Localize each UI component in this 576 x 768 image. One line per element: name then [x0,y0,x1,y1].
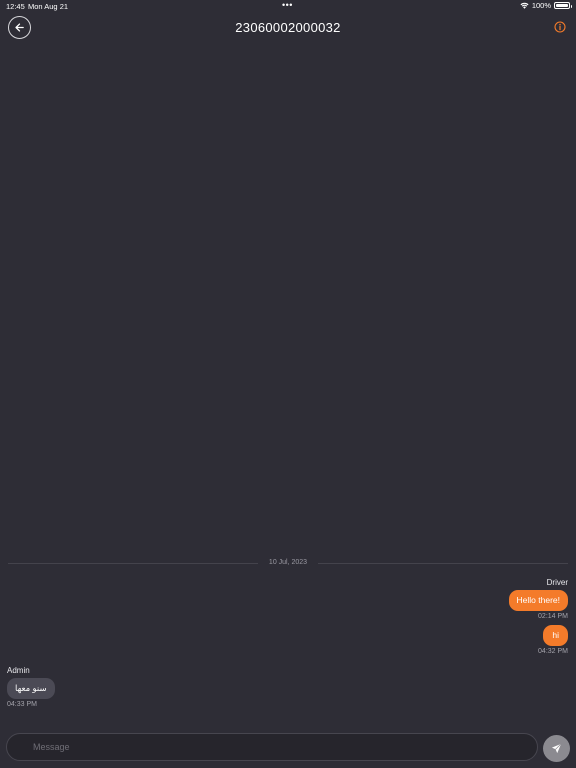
message-timestamp: 02:14 PM [538,613,568,620]
chat-screen: 12:45 Mon Aug 21 ••• 100% 23060002000032… [0,0,576,768]
message-bubble-outgoing[interactable]: Hello there! [508,590,568,611]
status-bar: 12:45 Mon Aug 21 ••• 100% [0,0,576,12]
message-bubble-incoming[interactable]: سنو معها [7,678,55,699]
date-separator: 10 Jul, 2023 [8,558,568,568]
send-button[interactable] [543,735,570,762]
send-icon [551,743,562,754]
wifi-icon [520,2,529,9]
separator-line-right [318,563,568,564]
message-input[interactable] [6,733,538,761]
message-timestamp: 04:32 PM [538,648,568,655]
message-timestamp: 04:33 PM [7,701,37,708]
battery-icon [554,2,572,9]
info-button[interactable] [554,21,566,33]
page-title: 23060002000032 [235,20,341,35]
battery-percentage: 100% [531,1,551,10]
outgoing-sender-label: Driver [546,578,568,587]
multitask-dots[interactable]: ••• [282,1,293,10]
incoming-sender-label: Admin [7,666,30,675]
status-date: Mon Aug 21 [28,2,69,11]
status-right: 100% [520,1,572,10]
message-bubble-outgoing[interactable]: hi [543,625,568,646]
status-time: 12:45 [6,2,25,11]
